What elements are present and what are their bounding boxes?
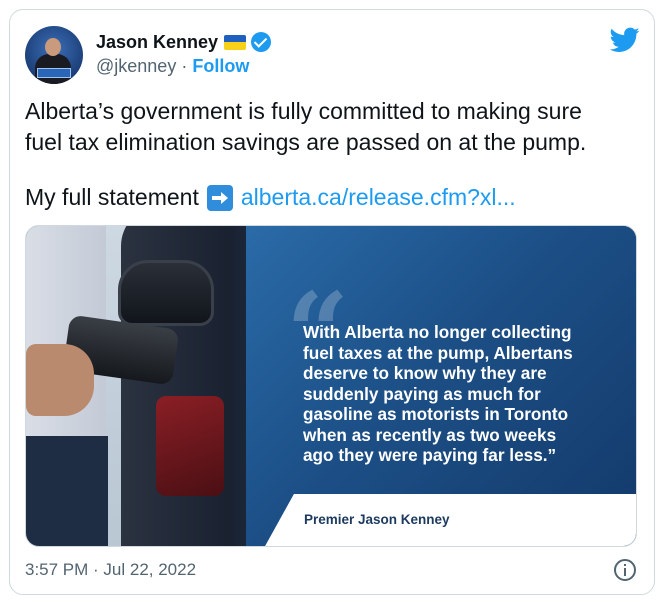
twitter-bird-icon[interactable] <box>610 27 640 53</box>
quote-line: gasoline as motorists in Toronto <box>303 404 569 424</box>
right-arrow-icon <box>206 184 233 211</box>
avatar[interactable] <box>25 26 83 84</box>
author-name[interactable]: Jason Kenney <box>96 32 218 53</box>
tweet-text: Alberta’s government is fully committed … <box>25 96 635 158</box>
quote-line: suddenly paying as much for <box>303 383 541 404</box>
quote-line: deserve to know why they are <box>303 363 547 383</box>
follow-button[interactable]: Follow <box>192 56 249 76</box>
quote-line: when as recently as two weeks <box>303 424 557 445</box>
media-image[interactable]: “ With Alberta no longer collecting fuel… <box>25 225 637 547</box>
author-row: Jason Kenney <box>96 30 272 54</box>
tweet-text-line: Alberta’s government is fully committed … <box>25 98 582 124</box>
statement-link[interactable]: alberta.ca/release.cfm?xl... <box>241 182 516 213</box>
verified-badge-icon <box>251 32 272 52</box>
statement-label: My full statement <box>25 184 199 210</box>
separator: · <box>181 56 188 76</box>
attribution: Premier Jason Kenney <box>304 512 450 527</box>
quote-text: With Alberta no longer collecting fuel t… <box>303 322 623 466</box>
quote-line: fuel taxes at the pump, Albertans <box>303 342 573 363</box>
author-handle[interactable]: @jkenney <box>96 56 176 76</box>
statement-row: My full statement alberta.ca/release.cfm… <box>25 182 516 213</box>
ukraine-flag-icon <box>224 34 247 50</box>
timestamp[interactable]: 3:57 PM · Jul 22, 2022 <box>25 560 196 580</box>
info-icon[interactable] <box>614 559 636 581</box>
quote-line: ago they were paying far less.” <box>303 445 557 465</box>
handle-row: @jkenney · Follow <box>96 56 249 77</box>
quote-line: With Alberta no longer collecting <box>303 322 572 342</box>
tweet-text-line: fuel tax elimination savings are passed … <box>25 129 587 155</box>
